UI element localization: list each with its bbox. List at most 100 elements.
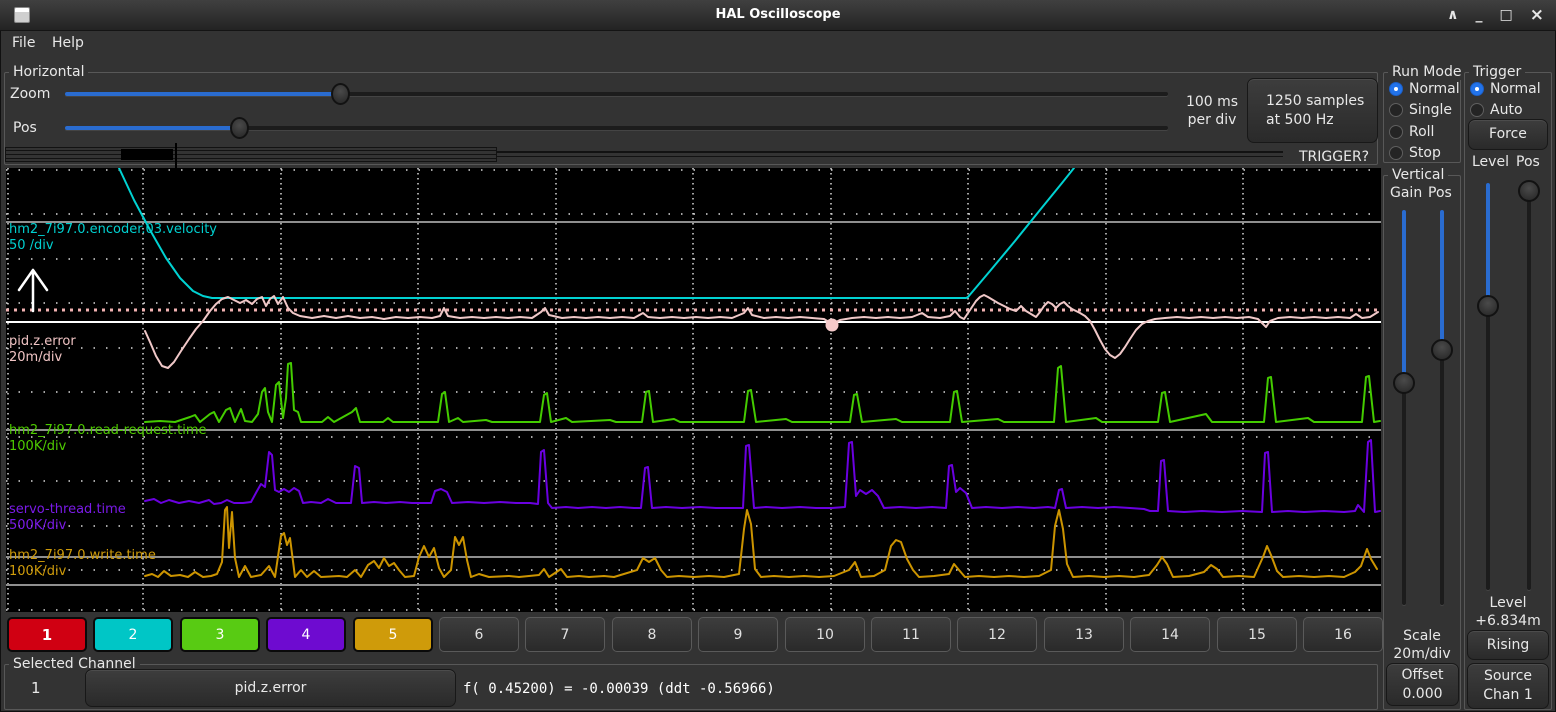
radio-icon xyxy=(1470,82,1484,96)
trace-write-time xyxy=(145,507,1377,577)
vertical-scale-value: Scale 20m/div xyxy=(1384,627,1460,663)
trigger-status-text: TRIGGER? xyxy=(1299,149,1369,165)
trigger-edge-button[interactable]: Rising xyxy=(1467,630,1549,660)
channel-button-13[interactable]: 13 xyxy=(1044,617,1124,652)
channel-scale-text: 20m/div xyxy=(9,350,76,366)
trigger-level-value: Level +6.834m xyxy=(1465,594,1551,630)
run-mode-group-label: Run Mode xyxy=(1388,64,1465,80)
channel-scale-text: 100K/div xyxy=(9,564,156,580)
channel-button-11[interactable]: 11 xyxy=(871,617,951,652)
channel-button-2[interactable]: 2 xyxy=(93,617,173,652)
trigger-source-button[interactable]: Source Chan 1 xyxy=(1467,663,1549,709)
run-mode-single-radio[interactable]: Single xyxy=(1389,101,1452,118)
vertical-gain-slider-handle[interactable] xyxy=(1393,372,1415,394)
selected-channel-number: 1 xyxy=(31,679,41,697)
trigger-pos-column-label: Pos xyxy=(1516,154,1540,170)
vertical-pos-slider-fill xyxy=(1440,210,1444,350)
channel-scale-text: 100K/div xyxy=(9,439,207,455)
channel-button-16[interactable]: 16 xyxy=(1303,617,1383,652)
trigger-group: Trigger Normal Auto Force Level Pos Leve… xyxy=(1464,72,1552,710)
record-position-tick xyxy=(175,143,177,168)
vertical-gain-slider-fill xyxy=(1402,210,1406,383)
pos-label: Pos xyxy=(13,120,37,136)
trace-pid-z-error xyxy=(145,295,1378,368)
horizontal-pos-slider-fill xyxy=(65,126,240,130)
force-button[interactable]: Force xyxy=(1468,119,1548,150)
trigger-level-arrow-icon[interactable] xyxy=(19,270,47,311)
horizontal-zoom-slider-fill xyxy=(65,92,341,96)
channel-value-readout: f( 0.45200) = -0.00039 (ddt -0.56966) xyxy=(463,681,775,697)
channel-label-1: hm2_7i97.0.encoder.03.velocity50 /div xyxy=(9,222,217,254)
menu-file[interactable]: File xyxy=(12,35,35,51)
radio-icon xyxy=(1389,82,1403,96)
channel-button-1[interactable]: 1 xyxy=(7,617,87,652)
selected-sample-marker[interactable] xyxy=(826,319,839,332)
titlebar[interactable]: HAL Oscilloscope ∧ _ □ × xyxy=(0,0,1556,31)
channel-name-text: pid.z.error xyxy=(9,334,76,350)
trigger-level-slider-handle[interactable] xyxy=(1477,295,1499,317)
channel-button-12[interactable]: 12 xyxy=(957,617,1037,652)
time-per-div-label: 100 ms per div xyxy=(1181,93,1243,129)
maximize-button[interactable]: □ xyxy=(1500,7,1513,23)
record-bar-line xyxy=(6,150,496,151)
channel-label-5: hm2_7i97.0.write.time100K/div xyxy=(9,548,156,580)
horizontal-group-label: Horizontal xyxy=(9,64,88,80)
channel-button-8[interactable]: 8 xyxy=(612,617,692,652)
trigger-pos-slider-handle[interactable] xyxy=(1518,180,1540,202)
trigger-level-column-label: Level xyxy=(1472,154,1509,170)
run-mode-roll-radio[interactable]: Roll xyxy=(1389,123,1434,140)
run-mode-group: Run Mode Normal Single Roll Stop xyxy=(1383,72,1461,163)
channel-button-3[interactable]: 3 xyxy=(180,617,260,652)
samples-button[interactable]: 1250 samples at 500 Hz xyxy=(1247,78,1378,143)
channel-button-6[interactable]: 6 xyxy=(439,617,519,652)
vertical-group: Vertical Gain Pos Scale 20m/div Offset 0… xyxy=(1383,175,1461,710)
radio-icon xyxy=(1470,103,1484,117)
horizontal-zoom-slider-handle[interactable] xyxy=(331,83,350,105)
record-bar-extension xyxy=(497,151,1283,153)
channel-name-text: hm2_7i97.0.read-request.time xyxy=(9,423,207,439)
channel-name-text: hm2_7i97.0.encoder.03.velocity xyxy=(9,222,217,238)
channel-label-4: servo-thread.time500K/div xyxy=(9,502,126,534)
selected-channel-group: Selected Channel 1 pid.z.error f( 0.4520… xyxy=(4,664,1378,710)
channel-button-15[interactable]: 15 xyxy=(1217,617,1297,652)
minimize-button[interactable]: _ xyxy=(1476,7,1483,23)
vertical-gain-column-label: Gain xyxy=(1390,185,1422,201)
channel-button-4[interactable]: 4 xyxy=(266,617,346,652)
trigger-auto-radio[interactable]: Auto xyxy=(1470,101,1523,118)
trace-servo-thread-time xyxy=(145,440,1380,512)
trigger-normal-radio[interactable]: Normal xyxy=(1470,80,1541,97)
menu-help[interactable]: Help xyxy=(52,35,84,51)
trigger-pos-slider-track[interactable] xyxy=(1527,183,1531,590)
trace-encoder-velocity xyxy=(119,168,1074,298)
channel-label-2: pid.z.error20m/div xyxy=(9,334,76,366)
window-title: HAL Oscilloscope xyxy=(0,7,1556,22)
hal-oscilloscope-window: HAL Oscilloscope ∧ _ □ × File Help Horiz… xyxy=(0,0,1556,712)
selected-channel-name-button[interactable]: pid.z.error xyxy=(85,669,456,707)
zoom-label: Zoom xyxy=(10,86,50,102)
channel-button-10[interactable]: 10 xyxy=(785,617,865,652)
channel-scale-text: 500K/div xyxy=(9,518,126,534)
close-button[interactable]: × xyxy=(1530,5,1544,25)
vertical-pos-column-label: Pos xyxy=(1428,185,1452,201)
channel-button-14[interactable]: 14 xyxy=(1130,617,1210,652)
run-mode-normal-radio[interactable]: Normal xyxy=(1389,80,1460,97)
channel-scale-text: 50 /div xyxy=(9,238,217,254)
channel-name-text: hm2_7i97.0.write.time xyxy=(9,548,156,564)
shade-button[interactable]: ∧ xyxy=(1447,7,1458,23)
vertical-pos-slider-handle[interactable] xyxy=(1431,339,1453,361)
radio-icon xyxy=(1389,103,1403,117)
channel-button-9[interactable]: 9 xyxy=(698,617,778,652)
trigger-group-label: Trigger xyxy=(1469,64,1525,80)
channel-name-text: servo-thread.time xyxy=(9,502,126,518)
horizontal-pos-slider-handle[interactable] xyxy=(230,117,249,139)
offset-button[interactable]: Offset 0.000 xyxy=(1386,663,1459,706)
record-window-segment[interactable] xyxy=(121,149,173,160)
channel-label-3: hm2_7i97.0.read-request.time100K/div xyxy=(9,423,207,455)
channel-button-5[interactable]: 5 xyxy=(353,617,433,652)
run-mode-stop-radio[interactable]: Stop xyxy=(1389,144,1441,161)
channel-button-7[interactable]: 7 xyxy=(525,617,605,652)
waveform-plot[interactable]: hm2_7i97.0.encoder.03.velocity50 /div pid… xyxy=(6,168,1381,612)
record-bar-line xyxy=(6,154,496,155)
radio-icon xyxy=(1389,125,1403,139)
record-bar-extension xyxy=(497,156,1283,157)
